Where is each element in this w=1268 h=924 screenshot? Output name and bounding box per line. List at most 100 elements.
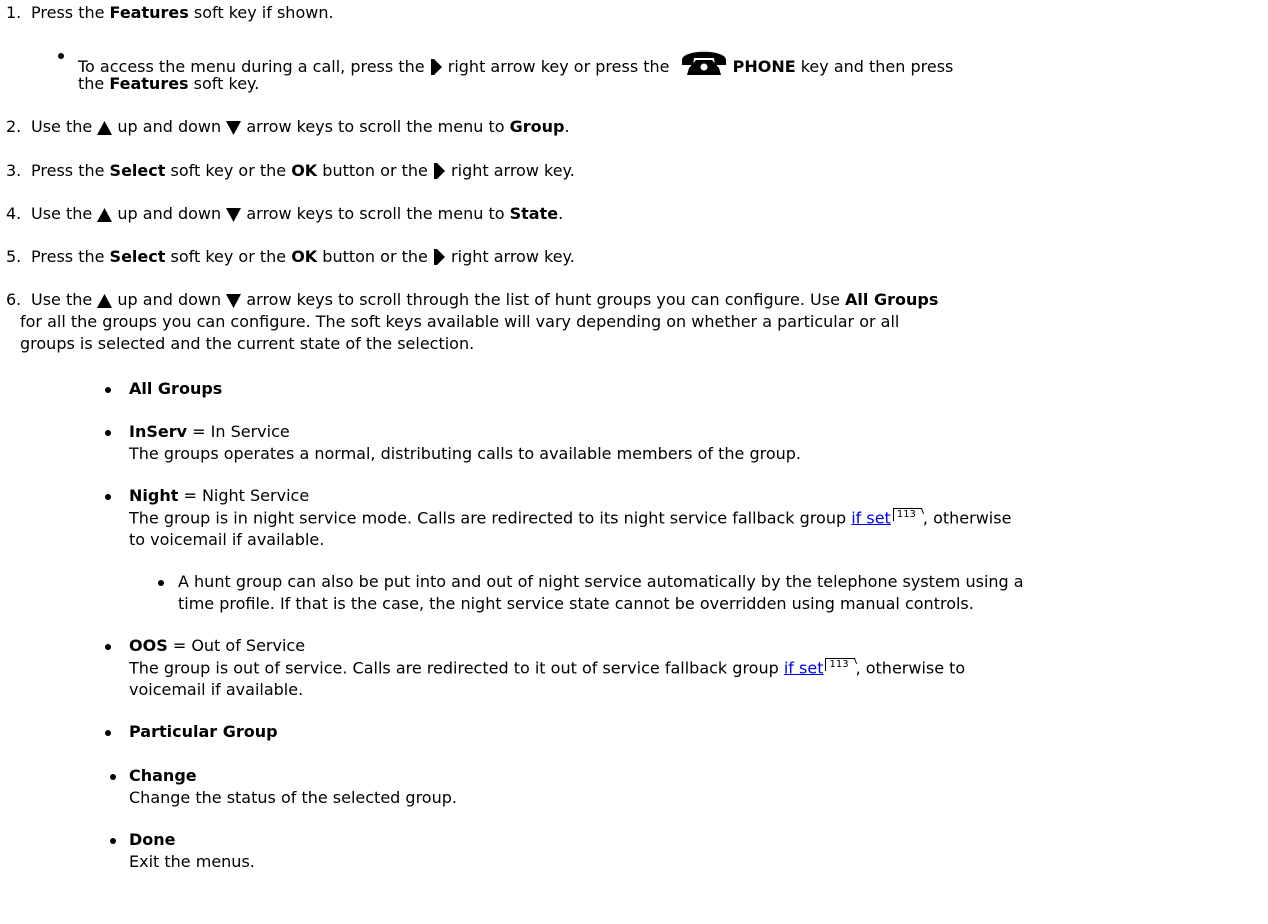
right-arrow-icon [433, 162, 445, 179]
step-2: Use the up and down arrow keys to scroll… [31, 117, 570, 137]
step-5: Press the Select soft key or the OK butt… [31, 247, 575, 267]
text: soft key if shown. [188, 3, 334, 22]
night-note-line1: A hunt group can also be put into and ou… [178, 572, 1024, 591]
features-label: Features [109, 3, 189, 22]
text: Use the [31, 117, 98, 136]
text: up and down [112, 204, 227, 223]
up-arrow-icon [97, 207, 113, 222]
if-set-link[interactable]: if set [851, 508, 891, 527]
done-term-line: Done [129, 830, 176, 850]
text: , otherwise to [855, 658, 966, 678]
text: Press the [31, 247, 110, 266]
night-description-line1: The group is in night service mode. Call… [129, 508, 1011, 528]
bullet [105, 644, 111, 650]
step-4: Use the up and down arrow keys to scroll… [31, 204, 563, 224]
down-arrow-icon [226, 207, 242, 222]
text: Use the [31, 204, 98, 223]
text: right arrow key or press the [442, 57, 675, 76]
text: , otherwise [922, 508, 1012, 528]
select-label: Select [109, 247, 166, 266]
step-3: Press the Select soft key or the OK butt… [31, 161, 575, 181]
text: Use the [31, 290, 98, 309]
step-6-line3: groups is selected and the current state… [20, 334, 475, 353]
down-arrow-icon [226, 120, 242, 135]
text: right arrow key. [445, 161, 575, 180]
text: up and down [112, 290, 227, 309]
step-number: 4. [6, 204, 22, 223]
document-body: 1. Press the Features soft key if shown.… [0, 0, 1268, 924]
ok-label: OK [291, 247, 318, 266]
text: = Out of Service [167, 636, 306, 655]
select-label: Select [109, 161, 166, 180]
up-arrow-icon [97, 293, 113, 308]
step-1: Press the Features soft key if shown. [31, 3, 334, 23]
text: Press the [31, 161, 110, 180]
features-label: Features [109, 74, 189, 93]
text: button or the [317, 247, 433, 266]
up-arrow-icon [97, 120, 113, 135]
bullet [110, 838, 116, 844]
group-label: Group [509, 117, 565, 136]
step-6-line2: for all the groups you can configure. Th… [20, 312, 900, 331]
phone-label: PHONE [732, 57, 796, 76]
step-number: 3. [6, 161, 22, 180]
bullet [105, 387, 111, 393]
step-number: 5. [6, 247, 22, 266]
night-term-line: Night = Night Service [129, 486, 309, 506]
right-arrow-icon [433, 248, 445, 265]
if-set-link[interactable]: if set [784, 658, 824, 677]
bullet [105, 494, 111, 500]
text: The group is in night service mode. Call… [129, 508, 852, 528]
phone-icon [681, 51, 726, 75]
step-number: 1. [6, 3, 22, 22]
text: = Night Service [178, 486, 310, 505]
all-groups-term: All Groups [129, 379, 223, 398]
night-description-line2: to voicemail if available. [129, 530, 325, 549]
page-reference[interactable]: 113 [825, 658, 855, 671]
text: button or the [317, 161, 433, 180]
text: the [78, 74, 110, 93]
particular-group-heading: Particular Group [129, 722, 278, 742]
text: The group is out of service. Calls are r… [129, 658, 784, 678]
night-note-line2: time profile. If that is the case, the n… [178, 594, 974, 613]
inserv-description: The groups operates a normal, distributi… [129, 444, 801, 463]
text: . [564, 117, 570, 136]
step-number: 2. [6, 117, 22, 136]
text: = In Service [187, 422, 290, 441]
page-reference[interactable]: 113 [892, 508, 922, 521]
text: arrow keys to scroll the menu to [241, 117, 510, 136]
ok-label: OK [291, 161, 318, 180]
text: arrow keys to scroll through the list of… [241, 290, 846, 309]
inserv-term: InServ [129, 422, 188, 441]
right-arrow-icon [430, 58, 442, 75]
night-term: Night [129, 486, 179, 505]
inserv-term-line: InServ = In Service [129, 422, 290, 442]
down-arrow-icon [226, 293, 242, 308]
step-6-line1: Use the up and down arrow keys to scroll… [31, 290, 938, 310]
text: . [558, 204, 564, 223]
done-term: Done [129, 830, 176, 849]
change-term-line: Change [129, 766, 197, 786]
oos-term-line: OOS = Out of Service [129, 636, 305, 656]
oos-term: OOS [129, 636, 168, 655]
particular-group-term: Particular Group [129, 722, 278, 741]
all-groups-heading: All Groups [129, 379, 222, 399]
text: up and down [112, 117, 227, 136]
text: Press the [31, 3, 110, 22]
step-number: 6. [6, 290, 22, 309]
bullet [105, 730, 111, 736]
text: right arrow key. [445, 247, 575, 266]
all-groups-label: All Groups [845, 290, 939, 309]
state-label: State [509, 204, 559, 223]
step-1-sub-line2: the Features soft key. [78, 74, 259, 94]
text: arrow keys to scroll the menu to [241, 204, 510, 223]
text: soft key. [188, 74, 260, 93]
oos-description-line2: voicemail if available. [129, 680, 304, 699]
text: key and then press [795, 57, 954, 76]
bullet [158, 580, 164, 586]
text: soft key or the [165, 247, 292, 266]
done-description: Exit the menus. [129, 852, 255, 871]
bullet [105, 430, 111, 436]
text: soft key or the [165, 161, 292, 180]
bullet [110, 774, 116, 780]
